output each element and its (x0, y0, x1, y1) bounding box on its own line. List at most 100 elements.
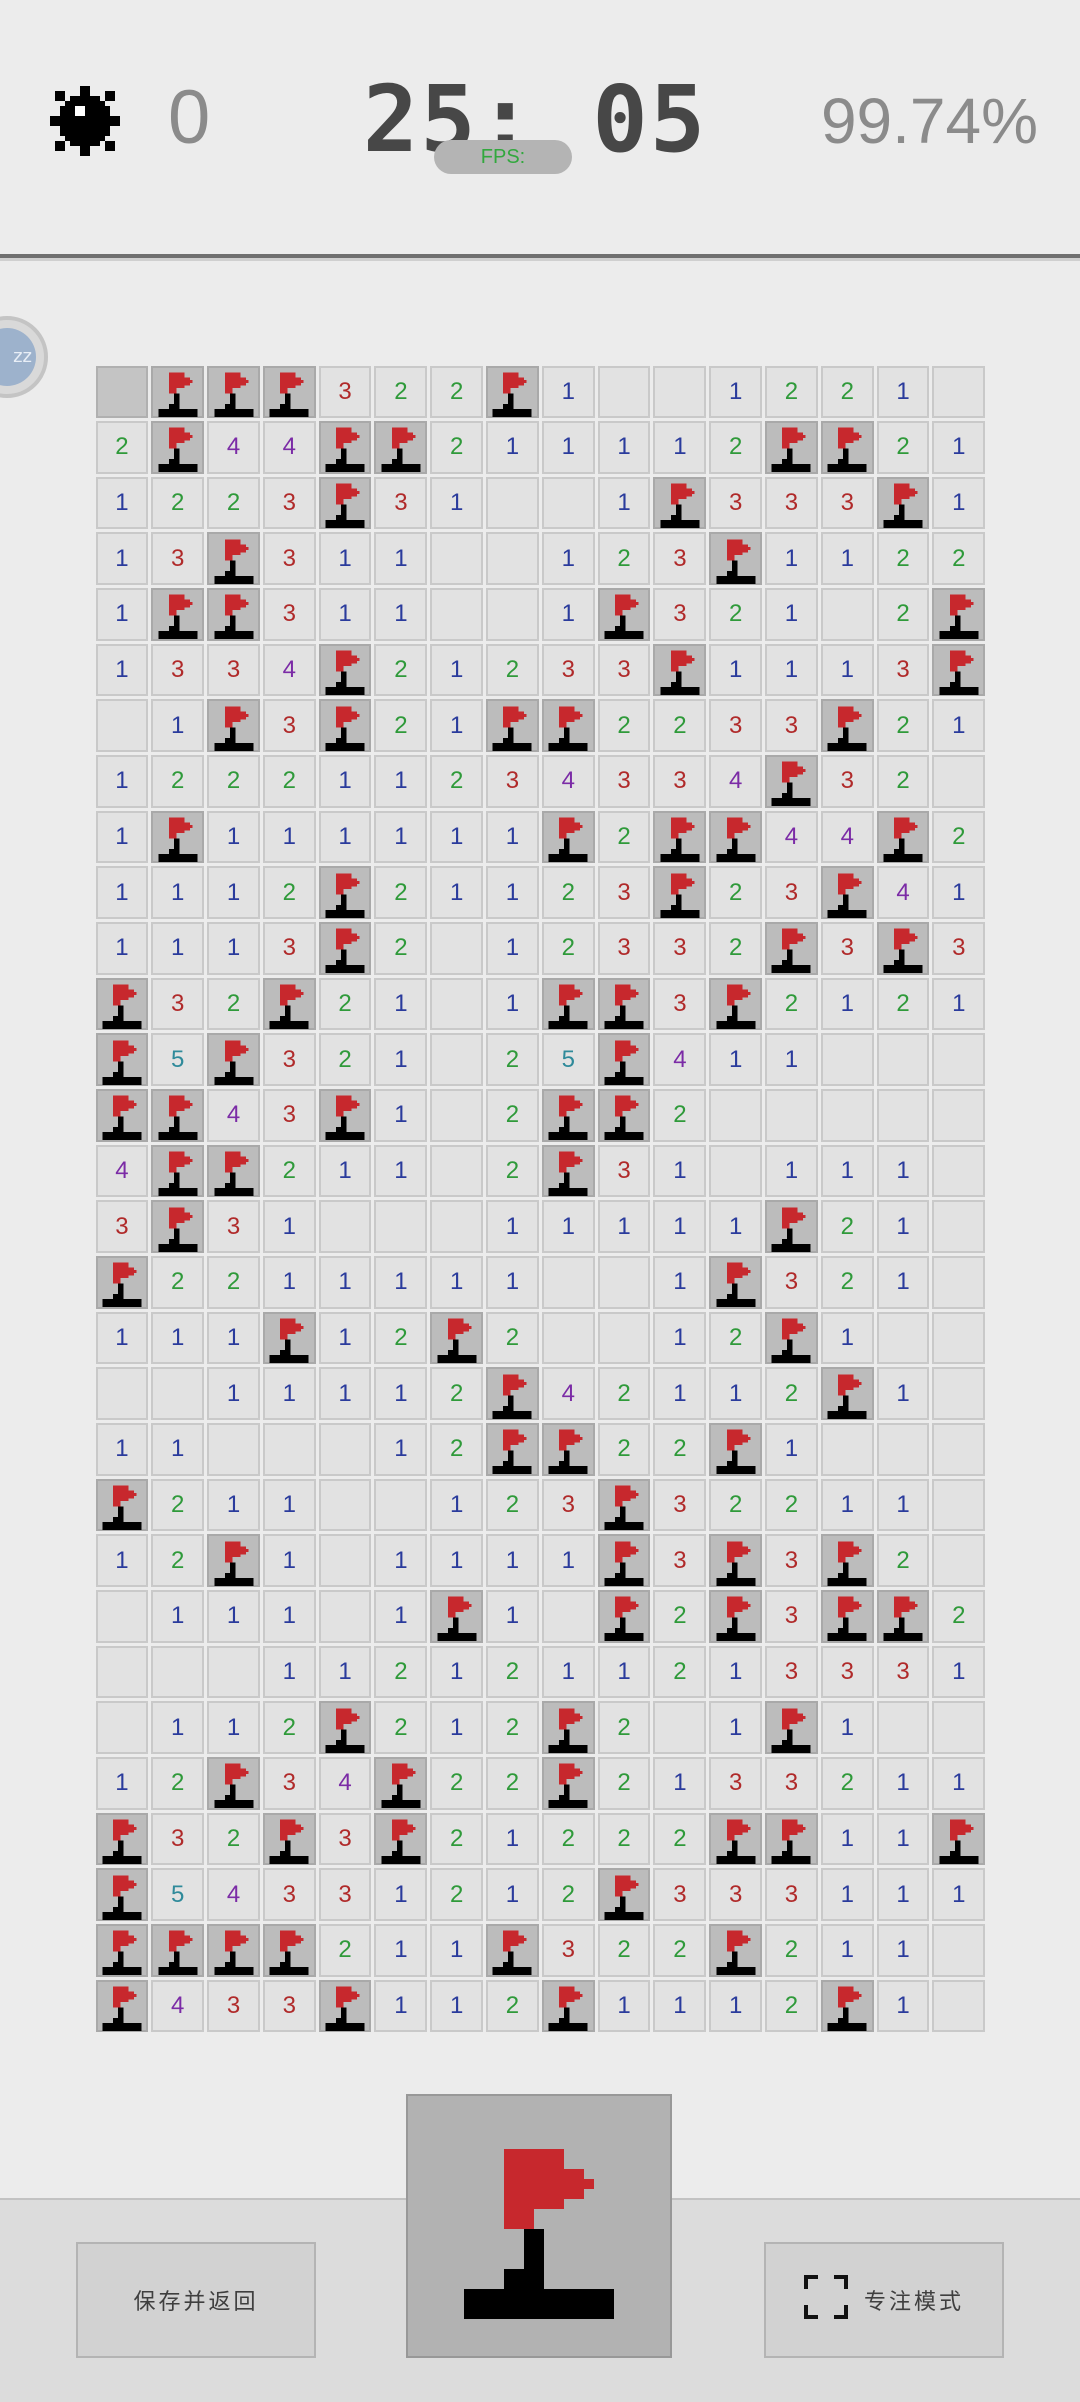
number-cell[interactable]: 3 (765, 866, 818, 920)
number-cell[interactable]: 1 (709, 1200, 763, 1253)
empty-cell[interactable] (876, 1701, 930, 1754)
flagged-cell[interactable] (765, 1701, 818, 1754)
empty-cell[interactable] (95, 699, 149, 753)
number-cell[interactable]: 1 (374, 1033, 428, 1087)
number-cell[interactable]: 1 (374, 532, 428, 586)
empty-cell[interactable] (430, 532, 484, 586)
number-cell[interactable]: 1 (709, 1645, 763, 1699)
number-cell[interactable]: 1 (820, 1478, 874, 1532)
empty-cell[interactable] (318, 1534, 372, 1587)
number-cell[interactable]: 2 (932, 1589, 986, 1643)
flagged-cell[interactable] (820, 1534, 874, 1587)
number-cell[interactable]: 1 (374, 1089, 428, 1142)
number-cell[interactable]: 1 (597, 476, 651, 530)
number-cell[interactable]: 4 (653, 1033, 707, 1087)
number-cell[interactable]: 2 (486, 1756, 539, 1810)
flagged-cell[interactable] (653, 476, 707, 530)
number-cell[interactable]: 1 (932, 866, 986, 920)
number-cell[interactable]: 1 (709, 1033, 763, 1087)
empty-cell[interactable] (430, 922, 484, 975)
flagged-cell[interactable] (95, 977, 149, 1031)
number-cell[interactable]: 3 (653, 588, 707, 641)
number-cell[interactable]: 1 (318, 1367, 372, 1420)
number-cell[interactable]: 1 (820, 977, 874, 1031)
empty-cell[interactable] (932, 755, 986, 808)
number-cell[interactable]: 1 (597, 1645, 651, 1699)
number-cell[interactable]: 1 (486, 1256, 539, 1309)
empty-cell[interactable] (318, 1200, 372, 1253)
flagged-cell[interactable] (318, 476, 372, 530)
empty-cell[interactable] (932, 1033, 986, 1087)
empty-cell[interactable] (541, 1589, 595, 1643)
number-cell[interactable]: 1 (597, 1979, 651, 2033)
flagged-cell[interactable] (765, 421, 818, 474)
flagged-cell[interactable] (262, 1812, 316, 1866)
number-cell[interactable]: 1 (653, 1144, 707, 1198)
number-cell[interactable]: 1 (876, 1812, 930, 1866)
empty-cell[interactable] (932, 1979, 986, 2033)
number-cell[interactable]: 2 (207, 476, 260, 530)
number-cell[interactable]: 1 (430, 699, 484, 753)
number-cell[interactable]: 1 (486, 977, 539, 1031)
flagged-cell[interactable] (876, 1589, 930, 1643)
number-cell[interactable]: 2 (876, 588, 930, 641)
number-cell[interactable]: 2 (430, 365, 484, 419)
number-cell[interactable]: 1 (318, 588, 372, 641)
empty-cell[interactable] (932, 1311, 986, 1365)
empty-cell[interactable] (932, 1923, 986, 1977)
number-cell[interactable]: 3 (653, 977, 707, 1031)
number-cell[interactable]: 3 (653, 1534, 707, 1587)
flagged-cell[interactable] (207, 1534, 260, 1587)
number-cell[interactable]: 4 (207, 1868, 260, 1921)
number-cell[interactable]: 1 (541, 1200, 595, 1253)
number-cell[interactable]: 3 (765, 1589, 818, 1643)
flagged-cell[interactable] (709, 1534, 763, 1587)
number-cell[interactable]: 3 (820, 922, 874, 975)
number-cell[interactable]: 1 (430, 1645, 484, 1699)
number-cell[interactable]: 3 (318, 1868, 372, 1921)
flagged-cell[interactable] (820, 421, 874, 474)
number-cell[interactable]: 3 (262, 1089, 316, 1142)
number-cell[interactable]: 4 (765, 810, 818, 864)
number-cell[interactable]: 2 (318, 1923, 372, 1977)
number-cell[interactable]: 1 (653, 421, 707, 474)
empty-cell[interactable] (430, 1144, 484, 1198)
number-cell[interactable]: 2 (709, 922, 763, 975)
number-cell[interactable]: 2 (430, 1367, 484, 1420)
number-cell[interactable]: 1 (151, 699, 205, 753)
number-cell[interactable]: 1 (318, 755, 372, 808)
flagged-cell[interactable] (597, 1478, 651, 1532)
number-cell[interactable]: 1 (876, 1200, 930, 1253)
empty-cell[interactable] (374, 1478, 428, 1532)
number-cell[interactable]: 1 (262, 1256, 316, 1309)
number-cell[interactable]: 2 (653, 1089, 707, 1142)
number-cell[interactable]: 2 (374, 699, 428, 753)
number-cell[interactable]: 1 (374, 1923, 428, 1977)
flagged-cell[interactable] (597, 1534, 651, 1587)
flagged-cell[interactable] (597, 977, 651, 1031)
number-cell[interactable]: 1 (709, 1979, 763, 2033)
flagged-cell[interactable] (597, 1089, 651, 1142)
number-cell[interactable]: 4 (876, 866, 930, 920)
number-cell[interactable]: 2 (207, 1812, 260, 1866)
number-cell[interactable]: 2 (876, 1534, 930, 1587)
number-cell[interactable]: 1 (541, 421, 595, 474)
number-cell[interactable]: 2 (151, 476, 205, 530)
number-cell[interactable]: 2 (541, 1812, 595, 1866)
number-cell[interactable]: 4 (262, 421, 316, 474)
number-cell[interactable]: 1 (820, 1923, 874, 1977)
number-cell[interactable]: 1 (318, 810, 372, 864)
empty-cell[interactable] (95, 1589, 149, 1643)
number-cell[interactable]: 1 (95, 810, 149, 864)
number-cell[interactable]: 3 (765, 1645, 818, 1699)
number-cell[interactable]: 3 (262, 1979, 316, 2033)
number-cell[interactable]: 1 (932, 476, 986, 530)
number-cell[interactable]: 2 (262, 1144, 316, 1198)
number-cell[interactable]: 2 (876, 421, 930, 474)
number-cell[interactable]: 1 (151, 1422, 205, 1476)
flagged-cell[interactable] (820, 1589, 874, 1643)
number-cell[interactable]: 2 (653, 1422, 707, 1476)
number-cell[interactable]: 1 (932, 699, 986, 753)
number-cell[interactable]: 3 (653, 1868, 707, 1921)
number-cell[interactable]: 3 (709, 1756, 763, 1810)
